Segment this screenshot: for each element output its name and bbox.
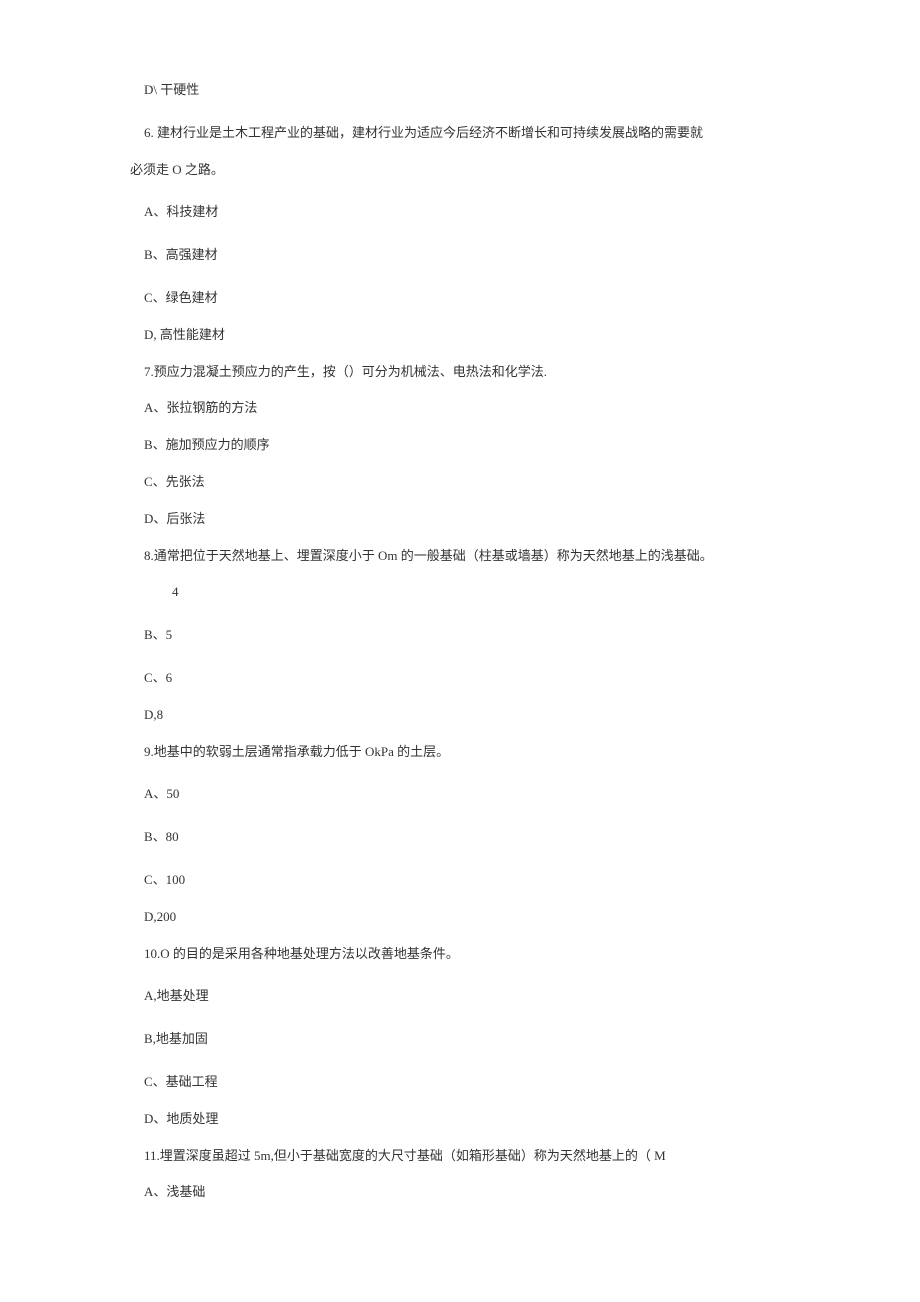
text-line: C、先张法 — [130, 472, 790, 493]
text-line: A、50 — [130, 784, 790, 805]
text-line: 11.埋置深度虽超过 5m,但小于基础宽度的大尺寸基础（如箱形基础）称为天然地基… — [130, 1146, 790, 1167]
text-line: B、高强建材 — [130, 245, 790, 266]
text-line: B、施加预应力的顺序 — [130, 435, 790, 456]
text-line: A、浅基础 — [130, 1182, 790, 1203]
text-line: 6. 建材行业是土木工程产业的基础，建材行业为适应今后经济不断增长和可持续发展战… — [130, 123, 790, 144]
text-line: B、80 — [130, 827, 790, 848]
text-line: B、5 — [130, 625, 790, 646]
document-body: D\ 干硬性 6. 建材行业是土木工程产业的基础，建材行业为适应今后经济不断增长和… — [130, 80, 790, 1203]
text-line: C、100 — [130, 870, 790, 891]
text-line: D、后张法 — [130, 509, 790, 530]
text-line: A、科技建材 — [130, 202, 790, 223]
text-line: D,8 — [130, 705, 790, 726]
text-line: D, 高性能建材 — [130, 325, 790, 346]
text-line: A,地基处理 — [130, 986, 790, 1007]
text-line: A、张拉钢筋的方法 — [130, 398, 790, 419]
text-line: D,200 — [130, 907, 790, 928]
text-line: 4 — [130, 582, 790, 603]
text-line: 10.O 的目的是采用各种地基处理方法以改善地基条件。 — [130, 944, 790, 965]
text-line: 7.预应力混凝土预应力的产生，按（）可分为机械法、电热法和化学法. — [130, 362, 790, 383]
text-line: C、基础工程 — [130, 1072, 790, 1093]
text-line: B,地基加固 — [130, 1029, 790, 1050]
text-line: 必须走 O 之路。 — [130, 160, 790, 181]
text-line: C、绿色建材 — [130, 288, 790, 309]
text-line: 8.通常把位于天然地基上、埋置深度小于 Om 的一般基础（柱基或墙基）称为天然地… — [130, 546, 790, 567]
text-line: D\ 干硬性 — [130, 80, 790, 101]
text-line: D、地质处理 — [130, 1109, 790, 1130]
text-line: 9.地基中的软弱土层通常指承载力低于 OkPa 的土层。 — [130, 742, 790, 763]
text-line: C、6 — [130, 668, 790, 689]
